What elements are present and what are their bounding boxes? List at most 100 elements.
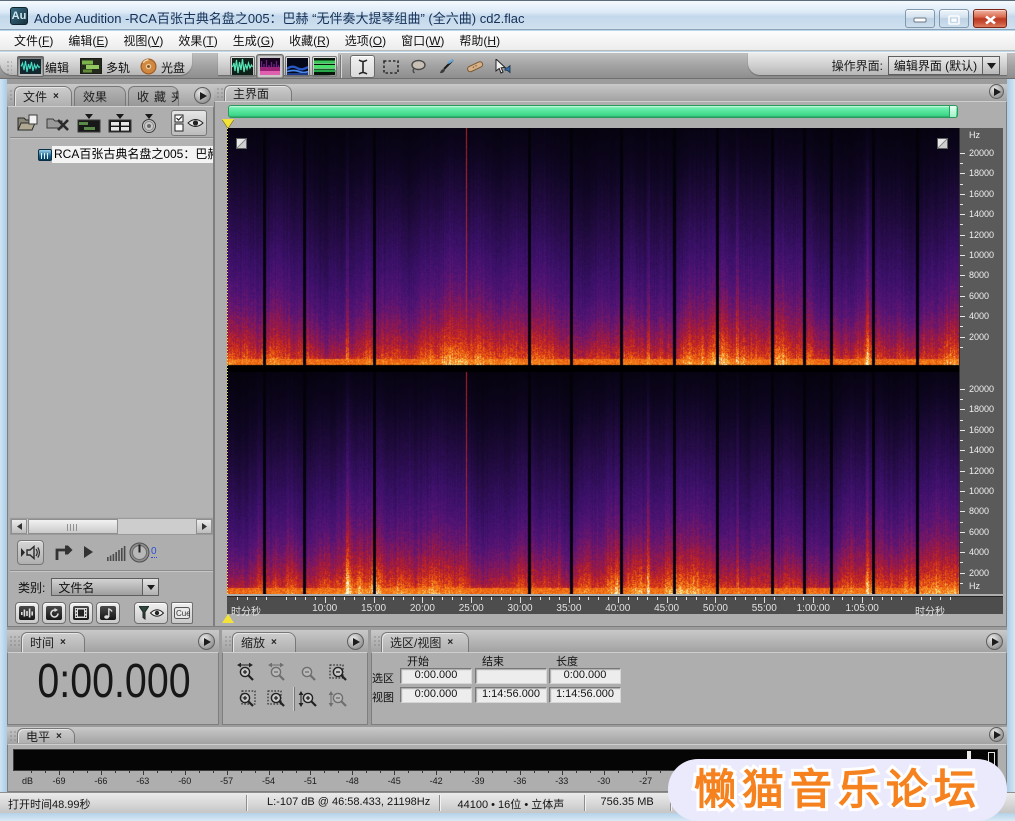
tab-selection-view[interactable]: 选区/视图 × (381, 632, 469, 652)
tab-close-icon[interactable]: × (447, 637, 453, 648)
tab-effects[interactable]: 效果 (74, 86, 126, 106)
files-dock-menu-button[interactable] (194, 87, 211, 104)
menu-W[interactable]: 窗口(W) (395, 30, 450, 51)
zoom-out-horizontal-button[interactable] (263, 661, 291, 685)
timeline-ruler[interactable]: 时分秒时分秒10:0015:0020:0025:0030:0035:0040:0… (227, 596, 1003, 614)
range-navigation-bar[interactable] (228, 105, 958, 118)
tab-close-icon[interactable]: × (53, 91, 59, 102)
sel-field-length[interactable]: 0:00.000 (549, 668, 621, 684)
close-file-icon[interactable] (46, 114, 70, 132)
spot-healing-brush-tool[interactable] (462, 55, 487, 78)
menu-G[interactable]: 生成(G) (227, 30, 280, 51)
edit-view-button[interactable] (17, 56, 44, 77)
cue-list-button[interactable]: Cue (171, 602, 193, 624)
file-list-item[interactable]: RCA百张古典名盘之005：巴赫 (10, 146, 213, 163)
volume-knob-icon[interactable] (129, 542, 150, 563)
zoom-full-button[interactable] (294, 661, 322, 685)
waveform-display-button[interactable] (230, 56, 255, 77)
insert-cd-icon[interactable] (139, 113, 159, 133)
file-list-hscrollbar[interactable] (10, 518, 213, 535)
vertical-zoom-handle-left[interactable] (236, 138, 247, 149)
menu-E[interactable]: 编辑(E) (62, 30, 114, 51)
tab-close-icon[interactable]: × (60, 637, 66, 648)
maximize-button[interactable] (939, 9, 969, 28)
show-midi-toggle[interactable] (96, 602, 120, 624)
tab-zoom[interactable]: 缩放 × (232, 632, 296, 652)
show-loops-toggle[interactable] (42, 602, 66, 624)
time-selection-tool[interactable] (350, 55, 375, 78)
lasso-selection-tool[interactable] (406, 55, 431, 78)
volume-value[interactable]: 0 (151, 546, 157, 558)
sel-field-start[interactable]: 0:00.000 (400, 687, 472, 703)
cd-view-label[interactable]: 光盘 (161, 59, 185, 76)
show-audio-toggle[interactable] (15, 602, 39, 624)
auto-play-button[interactable] (17, 540, 44, 565)
sel-field-end[interactable] (475, 668, 547, 684)
tab-time[interactable]: 时间 × (21, 632, 85, 652)
scrub-tool[interactable] (490, 55, 515, 78)
spectral-display[interactable] (227, 128, 959, 594)
menu-V[interactable]: 视图(V) (117, 30, 169, 51)
spectrogram-canvas[interactable] (227, 128, 959, 594)
selection-panel-menu-button[interactable] (986, 633, 1003, 650)
play-icon[interactable] (84, 546, 93, 558)
tab-levels[interactable]: 电平 × (17, 728, 75, 743)
category-combo-arrow[interactable] (143, 578, 159, 596)
range-bar-handle[interactable] (949, 106, 956, 117)
sel-field-length[interactable]: 1:14:56.000 (549, 687, 621, 703)
effects-paintbrush-tool[interactable] (434, 55, 459, 78)
zoom-in-vertical-button[interactable] (294, 687, 322, 711)
spectral-frequency-button[interactable] (257, 55, 283, 78)
sel-field-start[interactable]: 0:00.000 (400, 668, 472, 684)
tab-main-interface[interactable]: 主界面 (224, 85, 292, 101)
cd-icon[interactable] (140, 58, 157, 75)
playhead-line[interactable] (227, 128, 228, 594)
sel-field-end[interactable]: 1:14:56.000 (475, 687, 547, 703)
volume-bars-icon[interactable] (107, 545, 127, 561)
filter-display-button[interactable] (134, 602, 168, 624)
workspace-combo-arrow[interactable] (983, 56, 1000, 75)
toolbar-grip[interactable] (6, 60, 12, 74)
vertical-zoom-handle-right[interactable] (937, 138, 948, 149)
scroll-left-arrow[interactable] (11, 519, 27, 534)
main-panel-menu-button[interactable] (989, 84, 1004, 99)
selection-marker-bottom[interactable] (222, 614, 234, 623)
scroll-right-arrow[interactable] (196, 519, 212, 534)
tab-close-icon[interactable]: × (56, 731, 62, 742)
menu-O[interactable]: 选项(O) (339, 30, 392, 51)
zoom-in-horizontal-button[interactable] (232, 661, 260, 685)
tab-files[interactable]: 文件 × (14, 86, 72, 106)
marquee-selection-tool[interactable] (378, 55, 403, 78)
time-panel-menu-button[interactable] (198, 633, 215, 650)
zoom-out-vertical-button[interactable] (325, 687, 353, 711)
menu-T[interactable]: 效果(T) (172, 30, 223, 51)
import-file-icon[interactable] (17, 114, 39, 132)
workspace-combo[interactable]: 编辑界面 (默认) (888, 56, 983, 75)
levels-panel-menu-button[interactable] (989, 727, 1004, 742)
zoom-panel-menu-button[interactable] (347, 633, 364, 650)
multitrack-view-label[interactable]: 多轨 (106, 59, 130, 76)
spectral-phase-button[interactable] (312, 56, 337, 77)
zoom-to-selection-button[interactable] (325, 661, 353, 685)
frequency-ruler[interactable]: Hz20000180001600014000120001000080006000… (959, 128, 1003, 594)
insert-cd-list-icon[interactable] (108, 113, 132, 133)
menu-H[interactable]: 帮助(H) (453, 30, 506, 51)
menu-F[interactable]: 文件(F) (8, 30, 59, 51)
tab-close-icon[interactable]: × (271, 637, 277, 648)
tab-favorites[interactable]: 收藏夹 (128, 86, 179, 106)
edit-view-label[interactable]: 编辑 (45, 59, 69, 76)
zoom-selection-right-button[interactable] (263, 687, 291, 711)
file-panel-options-button[interactable] (171, 110, 207, 136)
insert-multitrack-icon[interactable] (77, 113, 101, 133)
menu-R[interactable]: 收藏(R) (283, 30, 336, 51)
spectral-pan-button[interactable] (285, 56, 310, 77)
multitrack-icon[interactable] (80, 58, 102, 74)
scrollbar-thumb[interactable] (28, 519, 118, 534)
zoom-selection-left-button[interactable] (232, 687, 260, 711)
selection-marker-top[interactable] (222, 119, 234, 128)
show-video-toggle[interactable] (69, 602, 93, 624)
close-button[interactable] (973, 9, 1007, 28)
category-combo[interactable]: 文件名 (51, 578, 143, 596)
minimize-button[interactable] (905, 9, 935, 28)
loop-play-icon[interactable] (54, 544, 76, 562)
